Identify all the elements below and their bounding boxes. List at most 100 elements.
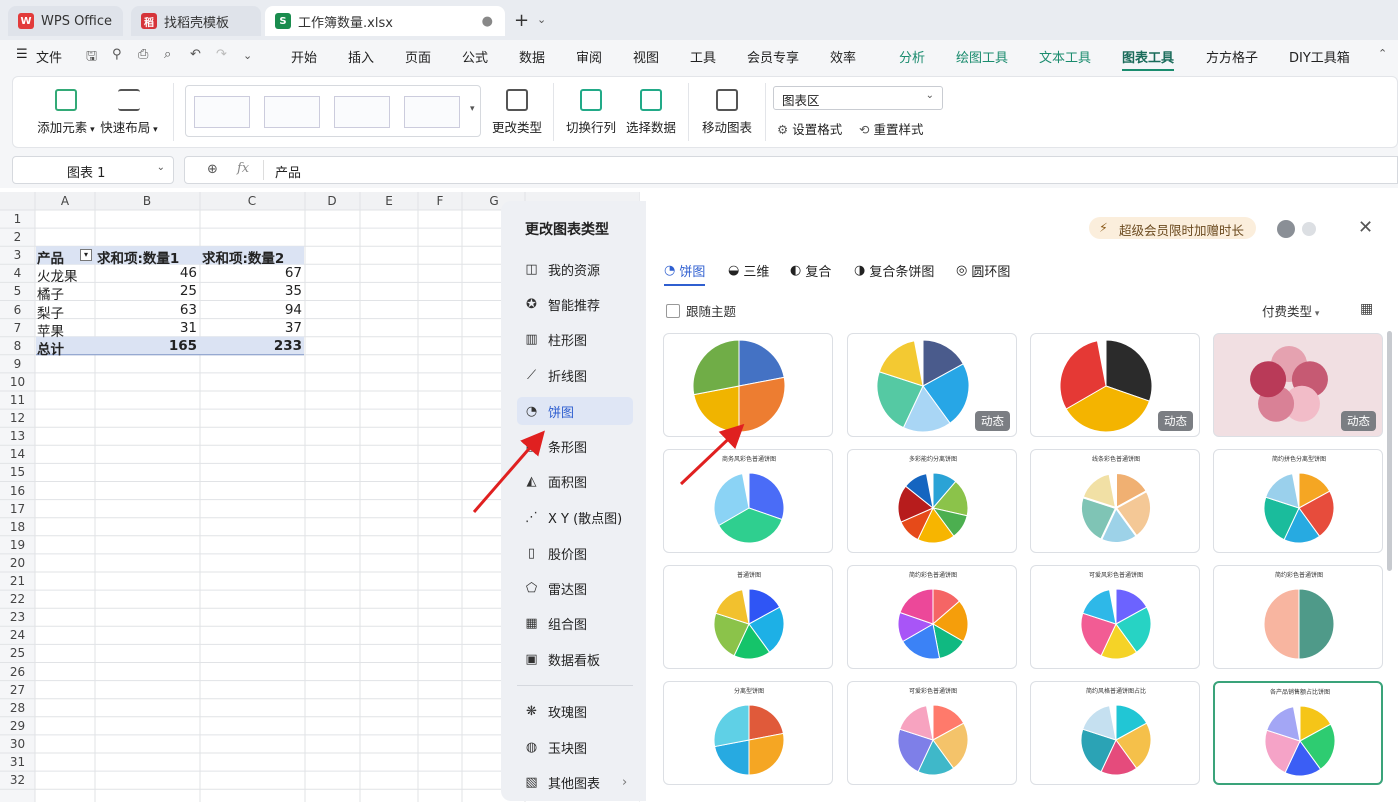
data-cell[interactable]: 63 bbox=[97, 302, 197, 318]
chart-style-gallery[interactable]: ▾ bbox=[185, 85, 481, 137]
name-box[interactable]: 图表 1 ⌄ bbox=[12, 156, 174, 184]
row-header[interactable]: 32 bbox=[0, 773, 35, 787]
chart-template-card[interactable]: 分离型饼图 bbox=[663, 681, 833, 785]
style-thumb[interactable] bbox=[404, 96, 460, 128]
row-header[interactable]: 31 bbox=[0, 755, 35, 769]
col-header[interactable]: E bbox=[379, 194, 399, 208]
row-header[interactable]: 12 bbox=[0, 411, 35, 425]
data-cell[interactable]: 苹果 bbox=[37, 320, 95, 340]
sidebar-item[interactable]: ▯ 股价图 bbox=[523, 539, 587, 567]
col-header[interactable]: A bbox=[55, 194, 75, 208]
new-tab-icon[interactable]: + bbox=[514, 10, 529, 31]
row-header[interactable]: 11 bbox=[0, 393, 35, 407]
sidebar-item[interactable]: ▧ 其他图表 › bbox=[523, 768, 627, 796]
sidebar-item[interactable]: ⬠ 雷达图 bbox=[523, 574, 587, 602]
switch-rowcol-button[interactable]: 切换行列 bbox=[563, 89, 619, 136]
chart-template-card[interactable]: 线条彩色普通饼图 bbox=[1030, 449, 1200, 553]
row-header[interactable]: 3 bbox=[0, 248, 35, 262]
row-header[interactable]: 30 bbox=[0, 737, 35, 751]
preview-icon[interactable]: ⌕ bbox=[164, 47, 171, 62]
move-chart-button[interactable]: 移动图表 bbox=[697, 89, 757, 136]
menu-draw-tools[interactable]: 绘图工具 bbox=[956, 47, 1008, 66]
col-header[interactable]: C bbox=[242, 194, 262, 208]
zoom-icon[interactable]: ⊕ bbox=[207, 162, 218, 177]
menu-view[interactable]: 视图 bbox=[633, 47, 659, 66]
data-cell[interactable]: 梨子 bbox=[37, 302, 95, 322]
row-header[interactable]: 28 bbox=[0, 701, 35, 715]
chart-template-card[interactable]: 可爱彩色普通饼图 bbox=[847, 681, 1017, 785]
link-icon[interactable]: ⚲ bbox=[112, 47, 122, 62]
menu-formula[interactable]: 公式 bbox=[462, 47, 488, 66]
row-header[interactable]: 27 bbox=[0, 683, 35, 697]
row-header[interactable]: 24 bbox=[0, 628, 35, 642]
row-header[interactable]: 4 bbox=[0, 266, 35, 280]
data-cell[interactable]: 橘子 bbox=[37, 283, 95, 303]
data-cell[interactable]: 火龙果 bbox=[37, 265, 95, 285]
row-header[interactable]: 16 bbox=[0, 484, 35, 498]
sidebar-item[interactable]: ⟋ 折线图 bbox=[523, 361, 587, 389]
formula-input[interactable]: ⊕ fx 产品 bbox=[184, 156, 1398, 184]
style-thumb[interactable] bbox=[194, 96, 250, 128]
sidebar-item[interactable]: ◔ 饼图 bbox=[517, 397, 633, 425]
sidebar-item[interactable]: ◭ 面积图 bbox=[523, 467, 588, 495]
row-header[interactable]: 18 bbox=[0, 520, 35, 534]
sidebar-item[interactable]: ▤ 条形图 bbox=[523, 432, 587, 460]
row-header[interactable]: 1 bbox=[0, 212, 35, 226]
row-header[interactable]: 5 bbox=[0, 284, 35, 298]
collapse-icon[interactable]: ⌃ bbox=[1378, 47, 1387, 60]
set-format-button[interactable]: ⚙ 设置格式 bbox=[777, 119, 842, 138]
chart-template-card[interactable] bbox=[663, 333, 833, 437]
menu-file[interactable]: 文件 bbox=[36, 47, 62, 66]
row-header[interactable]: 19 bbox=[0, 538, 35, 552]
data-cell[interactable]: 25 bbox=[97, 283, 197, 299]
sidebar-item[interactable]: ⋰ X Y (散点图) bbox=[523, 503, 622, 531]
chart-template-card[interactable]: 普通饼图 bbox=[663, 565, 833, 669]
chart-template-card[interactable]: 简约风格普通饼图占比 bbox=[1030, 681, 1200, 785]
chart-template-card[interactable]: 动态 bbox=[1213, 333, 1383, 437]
select-data-button[interactable]: 选择数据 bbox=[623, 89, 679, 136]
subtab[interactable]: ◎ 圆环图 bbox=[956, 261, 1010, 280]
sidebar-item[interactable]: ❋ 玫瑰图 bbox=[523, 697, 587, 725]
chart-template-card[interactable]: 各产品销售额占比饼图 bbox=[1213, 681, 1383, 785]
sidebar-item[interactable]: ◍ 玉块图 bbox=[523, 733, 587, 761]
promo-banner[interactable]: ⚡ 超级会员限时加赠时长 bbox=[1089, 217, 1257, 239]
reset-style-button[interactable]: ⟲ 重置样式 bbox=[859, 119, 923, 138]
follow-theme-checkbox[interactable] bbox=[666, 304, 680, 318]
menu-efficiency[interactable]: 效率 bbox=[830, 47, 856, 66]
gallery-expand-icon[interactable]: ▾ bbox=[470, 104, 475, 114]
quick-layout-button[interactable]: 快速布局 ▾ bbox=[97, 89, 161, 136]
subtab[interactable]: ◒ 三维 bbox=[728, 261, 769, 280]
save-icon[interactable]: 🖫 bbox=[86, 47, 97, 69]
sidebar-item[interactable]: ▣ 数据看板 bbox=[523, 645, 600, 673]
chart-template-card[interactable]: 简约拼色分离型饼图 bbox=[1213, 449, 1383, 553]
menu-review[interactable]: 审阅 bbox=[576, 47, 602, 66]
print-icon[interactable]: ⎙ bbox=[138, 47, 148, 62]
menu-analysis[interactable]: 分析 bbox=[899, 47, 925, 66]
subtab[interactable]: ◐ 复合 bbox=[790, 261, 831, 280]
sidebar-item[interactable]: ▥ 柱形图 bbox=[523, 325, 587, 353]
close-icon[interactable]: ✕ bbox=[1358, 217, 1373, 238]
add-element-button[interactable]: 添加元素 ▾ bbox=[27, 89, 105, 136]
chart-template-card[interactable]: 可爱风彩色普通饼图 bbox=[1030, 565, 1200, 669]
menu-text-tools[interactable]: 文本工具 bbox=[1039, 47, 1091, 66]
col-header[interactable]: D bbox=[322, 194, 342, 208]
col-header[interactable]: F bbox=[430, 194, 450, 208]
modified-dot-icon[interactable]: ● bbox=[482, 14, 493, 29]
row-header[interactable]: 10 bbox=[0, 375, 35, 389]
col-header[interactable]: B bbox=[137, 194, 157, 208]
total-cell[interactable]: 总计 bbox=[37, 338, 95, 358]
chevron-down-icon[interactable]: ⌄ bbox=[537, 13, 546, 26]
more-chevron-icon[interactable]: ⌄ bbox=[243, 49, 252, 62]
chart-template-card[interactable]: 简约彩色普通饼图 bbox=[1213, 565, 1383, 669]
data-cell[interactable]: 35 bbox=[202, 283, 302, 299]
header-cell[interactable]: 求和项:数量2 bbox=[202, 247, 302, 267]
undo-icon[interactable]: ↶ bbox=[190, 47, 201, 62]
chart-template-card[interactable]: 简约彩色普通饼图 bbox=[847, 565, 1017, 669]
chart-template-card[interactable]: 商务风彩色普通饼图 bbox=[663, 449, 833, 553]
row-header[interactable]: 29 bbox=[0, 719, 35, 733]
sidebar-item[interactable]: ✪ 智能推荐 bbox=[523, 290, 600, 318]
sidebar-item[interactable]: ▦ 组合图 bbox=[523, 609, 587, 637]
menu-page[interactable]: 页面 bbox=[405, 47, 431, 66]
row-header[interactable]: 8 bbox=[0, 339, 35, 353]
fx-icon[interactable]: fx bbox=[237, 161, 249, 176]
